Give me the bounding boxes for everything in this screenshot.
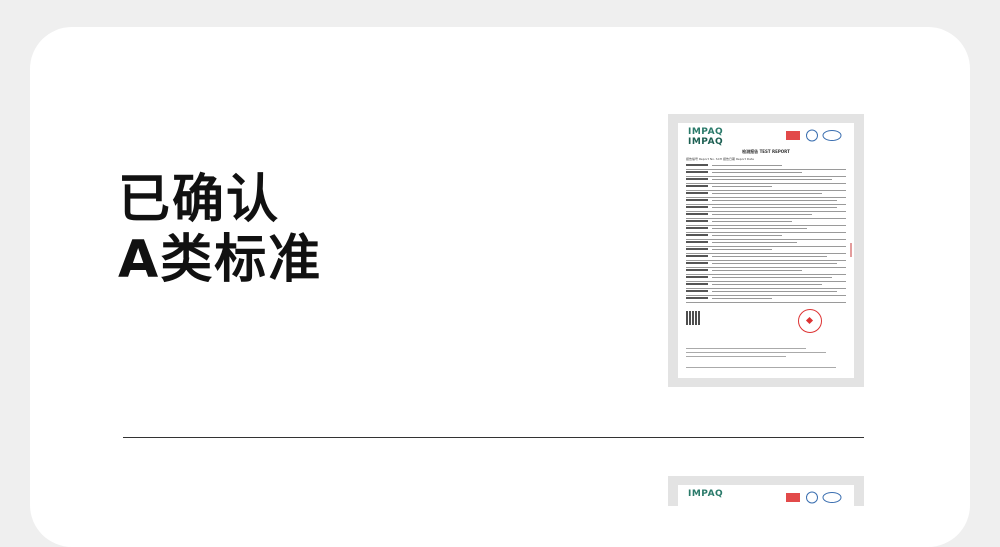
report-meta: 报告编号 Report No. SCH 报告日期 Report Date [686, 157, 755, 161]
headline-line-1: 已确认 [118, 170, 281, 230]
accreditation-marks-icon-2 [786, 491, 842, 504]
certificate-frame-2: IMPAQ [668, 476, 864, 525]
qr-code-icon [686, 311, 700, 325]
test-report-image-2: IMPAQ [678, 485, 854, 525]
headline: 已确认 A类标准 [118, 170, 322, 290]
report-table [686, 163, 846, 303]
impaq-logo: IMPAQ IMPAQ [688, 127, 724, 147]
test-report-image: IMPAQ IMPAQ 检测报告 TEST REPORT 报告编号 Report… [678, 123, 854, 378]
report-title: 检测报告 TEST REPORT [742, 149, 790, 154]
headline-line-2: A类标准 [118, 230, 323, 290]
side-mark [850, 243, 852, 257]
seal-stamp-icon [798, 309, 822, 333]
section-divider [123, 437, 864, 438]
certificate-frame: IMPAQ IMPAQ 检测报告 TEST REPORT 报告编号 Report… [668, 114, 864, 387]
accreditation-marks-icon [786, 129, 842, 142]
